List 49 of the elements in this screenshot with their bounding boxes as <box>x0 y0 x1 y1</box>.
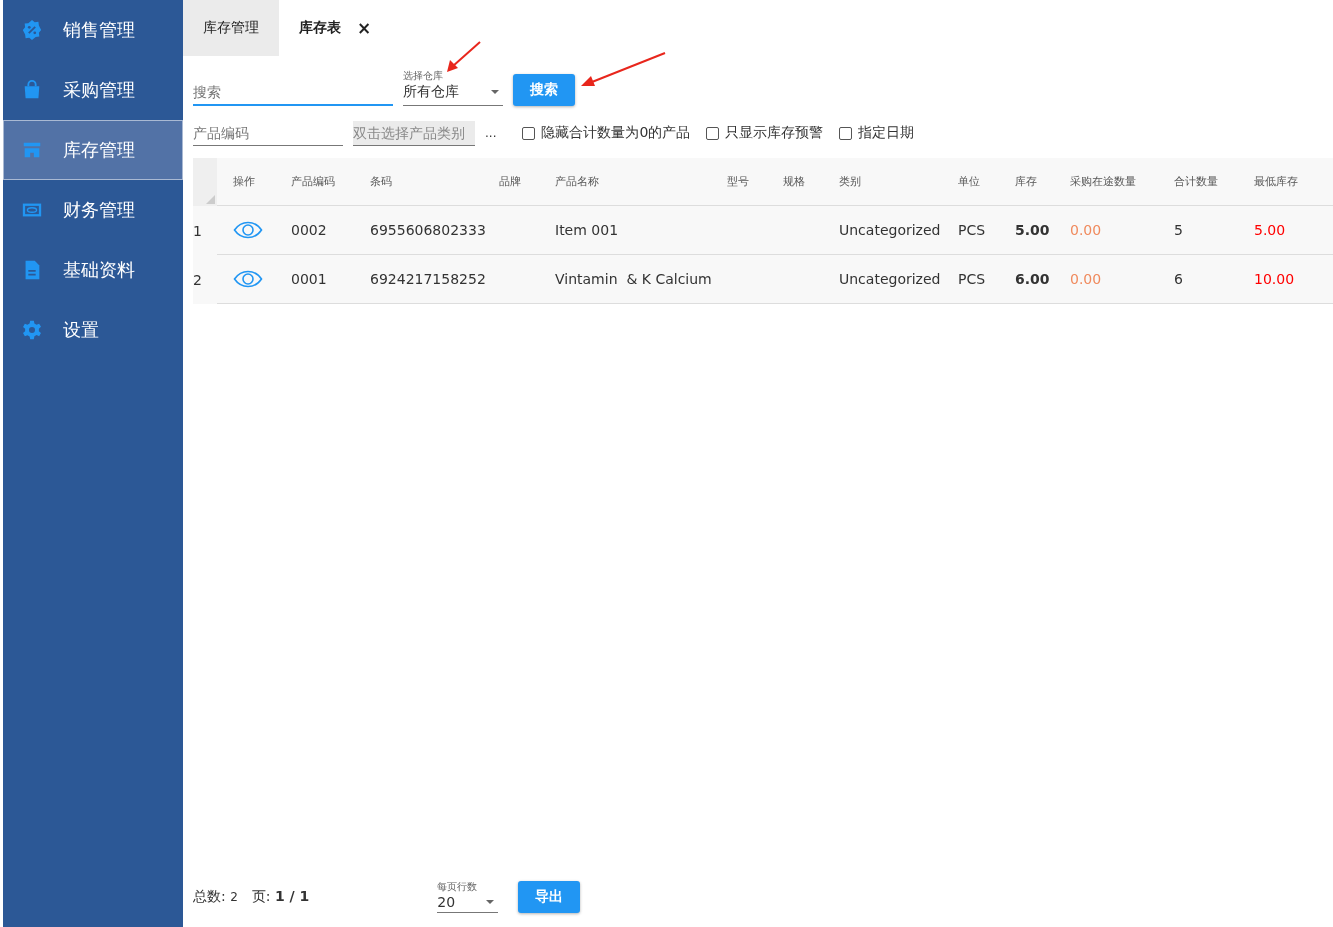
sidebar-label: 设置 <box>63 318 99 342</box>
table-cell: 0.00 <box>1070 271 1102 287</box>
sidebar-label: 库存管理 <box>63 138 135 162</box>
sidebar-item[interactable]: 库存管理 <box>3 120 183 180</box>
page-size-select[interactable]: 每页行数 20 <box>437 879 499 913</box>
more-button[interactable]: ... <box>485 126 497 140</box>
row-number: 1 <box>193 221 203 241</box>
sidebar-item[interactable]: 采购管理 <box>3 60 183 120</box>
close-icon[interactable]: × <box>357 18 372 38</box>
table-cell: 0002 <box>291 222 327 238</box>
table-cell: 6955606802333 <box>370 222 486 238</box>
sidebar-item[interactable]: 财务管理 <box>3 180 183 240</box>
table-cell: Item 001 <box>555 222 619 238</box>
sidebar-label: 基础资料 <box>63 258 135 282</box>
checkbox[interactable]: 只显示库存预警 <box>706 124 824 142</box>
table-cell: Vintamin & K Calcium <box>555 271 712 287</box>
checkbox[interactable]: 隐藏合计数量为0的产品 <box>522 124 691 142</box>
table-cell: 5.00 <box>1015 222 1050 238</box>
product-code-field[interactable]: 产品编码 <box>193 120 343 146</box>
search-field[interactable]: 搜索 <box>193 80 393 106</box>
table-cell: 6 <box>1174 271 1183 287</box>
sidebar-item[interactable]: 销售管理 <box>3 0 183 60</box>
sidebar-item[interactable]: 基础资料 <box>3 240 183 300</box>
percent-badge-icon <box>21 19 43 41</box>
checkbox[interactable]: 指定日期 <box>839 124 915 142</box>
table-cell: 0.00 <box>1070 222 1102 238</box>
category-field[interactable]: 双击选择产品类别 <box>353 120 475 146</box>
table-cell: 6.00 <box>1015 271 1050 287</box>
settings-icon <box>21 319 43 341</box>
table-cell: 10.00 <box>1254 271 1295 287</box>
table-cell: Uncategorized <box>839 222 941 238</box>
page-indicator: 页: 1 / 1 <box>251 888 310 906</box>
sidebar-item[interactable]: 设置 <box>3 300 183 360</box>
table-cell: PCS <box>958 222 986 238</box>
table-cell: Uncategorized <box>839 271 941 287</box>
annotation-arrow <box>447 41 481 72</box>
sidebar-label: 销售管理 <box>63 18 135 42</box>
total-count: 总数: 2 <box>193 888 238 906</box>
tab[interactable]: 库存管理 <box>183 0 279 56</box>
table-cell: 6924217158252 <box>370 271 486 287</box>
table-cell: 0001 <box>291 271 327 287</box>
eye-icon[interactable] <box>233 270 263 288</box>
row-number: 2 <box>193 270 203 290</box>
table-cell: 5 <box>1174 222 1183 238</box>
sidebar-label: 采购管理 <box>63 78 135 102</box>
table-cell: 5.00 <box>1254 222 1286 238</box>
eye-icon[interactable] <box>233 221 263 239</box>
sidebar-label: 财务管理 <box>63 198 135 222</box>
table-cell: PCS <box>958 271 986 287</box>
